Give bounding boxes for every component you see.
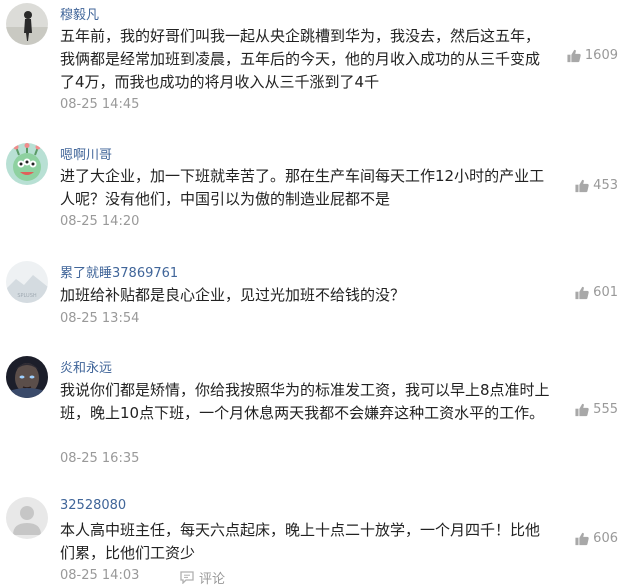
thumbs-up-icon (575, 403, 589, 416)
comment-item: 炎和永远 我说你们都是矫情，你给我按照华为的标准发工资，我可以早上8点准时上班，… (0, 353, 624, 478)
like-button[interactable]: 1609 (567, 48, 618, 63)
user-avatar[interactable] (6, 3, 48, 45)
username[interactable]: 累了就睡37869761 (60, 262, 178, 281)
comment-text: 本人高中班主任，每天六点起床，晚上十点二十放学，一个月四千！比他们累，比他们工资… (60, 521, 541, 562)
thumbs-up-icon (567, 49, 581, 62)
like-count: 601 (593, 285, 618, 300)
comment-icon (180, 571, 194, 584)
reply-button[interactable]: 评论 (180, 568, 225, 587)
thumbs-up-icon (575, 532, 589, 545)
default-user-avatar-icon (6, 497, 48, 539)
thumbs-up-icon (575, 286, 589, 299)
comment-item: 32528080 本人高中班主任，每天六点起床，晚上十点二十放学，一个月四千！比… (0, 494, 624, 587)
reply-label: 评论 (199, 572, 226, 587)
username[interactable]: 炎和永远 (60, 357, 112, 376)
character-portrait-avatar-icon (6, 356, 48, 398)
user-avatar[interactable] (6, 356, 48, 398)
like-count: 555 (593, 402, 618, 417)
comment-item: 嗯啊川哥 进了大企业，加一下班就幸苦了。那在生产车间每天工作12小时的产业工人呢… (0, 140, 624, 240)
comment-text: 五年前，我的好哥们叫我一起从央企跳槽到华为，我没去，然后这五年，我俩都是经常加班… (60, 27, 541, 91)
svg-text:SPLUSH: SPLUSH (17, 293, 37, 299)
silhouette-avatar-icon (6, 3, 48, 45)
like-count: 453 (593, 178, 618, 193)
thumbs-up-icon (575, 179, 589, 192)
user-avatar[interactable]: SPLUSH (6, 261, 48, 303)
comment-time: 08-25 13:54 (60, 311, 140, 326)
comment-item: SPLUSH 累了就睡37869761 加班给补贴都是良心企业，见过光加班不给钱… (0, 258, 624, 338)
comment-text: 加班给补贴都是良心企业，见过光加班不给钱的没？ (60, 286, 406, 304)
landscape-avatar-icon: SPLUSH (6, 261, 48, 303)
username[interactable]: 穆毅凡 (60, 4, 99, 23)
comment-time: 08-25 14:45 (60, 97, 140, 112)
like-button[interactable]: 601 (575, 285, 618, 300)
comment-time: 08-25 14:03 (60, 568, 140, 583)
username[interactable]: 32528080 (60, 498, 126, 513)
like-button[interactable]: 453 (575, 178, 618, 193)
comment-text: 我说你们都是矫情，你给我按照华为的标准发工资，我可以早上8点准时上班，晚上10点… (60, 381, 550, 422)
like-button[interactable]: 555 (575, 402, 618, 417)
cartoon-monster-avatar-icon (6, 143, 48, 185)
username[interactable]: 嗯啊川哥 (60, 144, 112, 163)
comment-time: 08-25 14:20 (60, 214, 140, 229)
comment-time: 08-25 16:35 (60, 451, 140, 466)
comment-item: 穆毅凡 五年前，我的好哥们叫我一起从央企跳槽到华为，我没去，然后这五年，我俩都是… (0, 0, 624, 130)
comment-text: 进了大企业，加一下班就幸苦了。那在生产车间每天工作12小时的产业工人呢？没有他们… (60, 167, 545, 208)
user-avatar[interactable] (6, 497, 48, 539)
like-count: 606 (593, 531, 618, 546)
user-avatar[interactable] (6, 143, 48, 185)
like-count: 1609 (584, 48, 618, 63)
like-button[interactable]: 606 (575, 531, 618, 546)
